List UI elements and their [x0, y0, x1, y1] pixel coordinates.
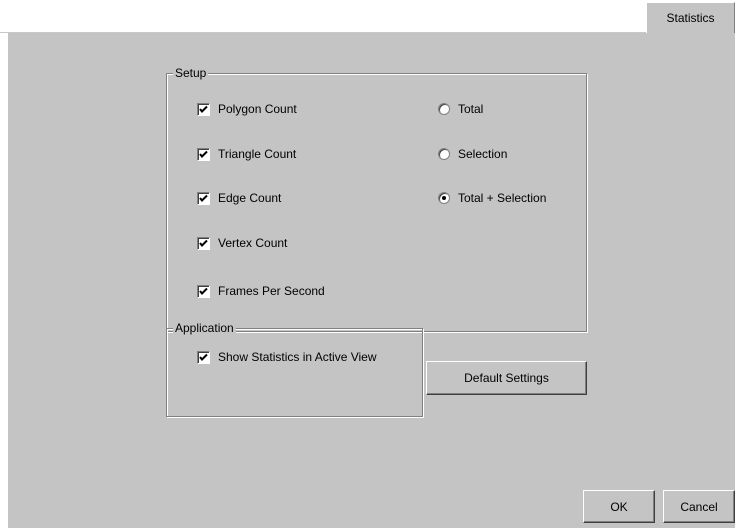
setup-group-title: Setup — [173, 66, 209, 80]
checkbox-triangle-count-label: Triangle Count — [218, 147, 297, 161]
radio-dot-icon — [442, 196, 446, 200]
checkmark-icon — [199, 194, 208, 202]
application-groupbox: Application Show Statistics in Active Vi… — [166, 321, 423, 417]
checkbox-frames-per-second[interactable]: Frames Per Second — [197, 283, 325, 299]
radio-selection-button[interactable] — [438, 148, 450, 160]
checkbox-vertex-count-box[interactable] — [197, 236, 210, 250]
checkbox-polygon-count-label: Polygon Count — [218, 102, 297, 116]
radio-total-button[interactable] — [438, 103, 450, 115]
checkmark-icon — [199, 105, 208, 113]
tab-statistics-label: Statistics — [666, 11, 715, 25]
statistics-dialog: Statistics Setup Polygon Count Triangle … — [0, 0, 739, 528]
checkbox-frames-per-second-box[interactable] — [197, 284, 210, 298]
radio-total-plus-selection[interactable]: Total + Selection — [438, 190, 546, 206]
radio-total-plus-selection-label: Total + Selection — [458, 191, 547, 205]
ok-button[interactable]: OK — [583, 490, 655, 523]
tab-strip: Statistics — [0, 0, 739, 33]
radio-total[interactable]: Total — [438, 101, 483, 117]
radio-total-label: Total — [458, 102, 484, 116]
checkbox-show-statistics-label: Show Statistics in Active View — [218, 350, 377, 364]
checkbox-vertex-count[interactable]: Vertex Count — [197, 235, 287, 251]
setup-groupbox: Setup Polygon Count Triangle Count Edge … — [166, 66, 587, 332]
radio-selection[interactable]: Selection — [438, 146, 507, 162]
radio-total-plus-selection-button[interactable] — [438, 192, 450, 204]
application-group-title: Application — [173, 321, 236, 335]
checkbox-show-statistics-box[interactable] — [197, 350, 210, 364]
dialog-panel: Setup Polygon Count Triangle Count Edge … — [8, 33, 735, 528]
checkbox-edge-count-box[interactable] — [197, 191, 210, 205]
checkbox-vertex-count-label: Vertex Count — [218, 236, 288, 250]
checkbox-edge-count-label: Edge Count — [218, 191, 282, 205]
checkbox-triangle-count-box[interactable] — [197, 147, 210, 161]
checkbox-show-statistics[interactable]: Show Statistics in Active View — [197, 349, 377, 365]
radio-selection-label: Selection — [458, 147, 508, 161]
tab-statistics[interactable]: Statistics — [646, 2, 735, 33]
checkmark-icon — [199, 287, 208, 295]
checkbox-polygon-count-box[interactable] — [197, 102, 210, 116]
checkbox-triangle-count[interactable]: Triangle Count — [197, 146, 296, 162]
cancel-button[interactable]: Cancel — [663, 490, 735, 523]
checkbox-edge-count[interactable]: Edge Count — [197, 190, 281, 206]
default-settings-button[interactable]: Default Settings — [426, 361, 587, 395]
checkmark-icon — [199, 239, 208, 247]
checkmark-icon — [199, 353, 208, 361]
checkmark-icon — [199, 150, 208, 158]
checkbox-frames-per-second-label: Frames Per Second — [218, 284, 325, 298]
checkbox-polygon-count[interactable]: Polygon Count — [197, 101, 297, 117]
